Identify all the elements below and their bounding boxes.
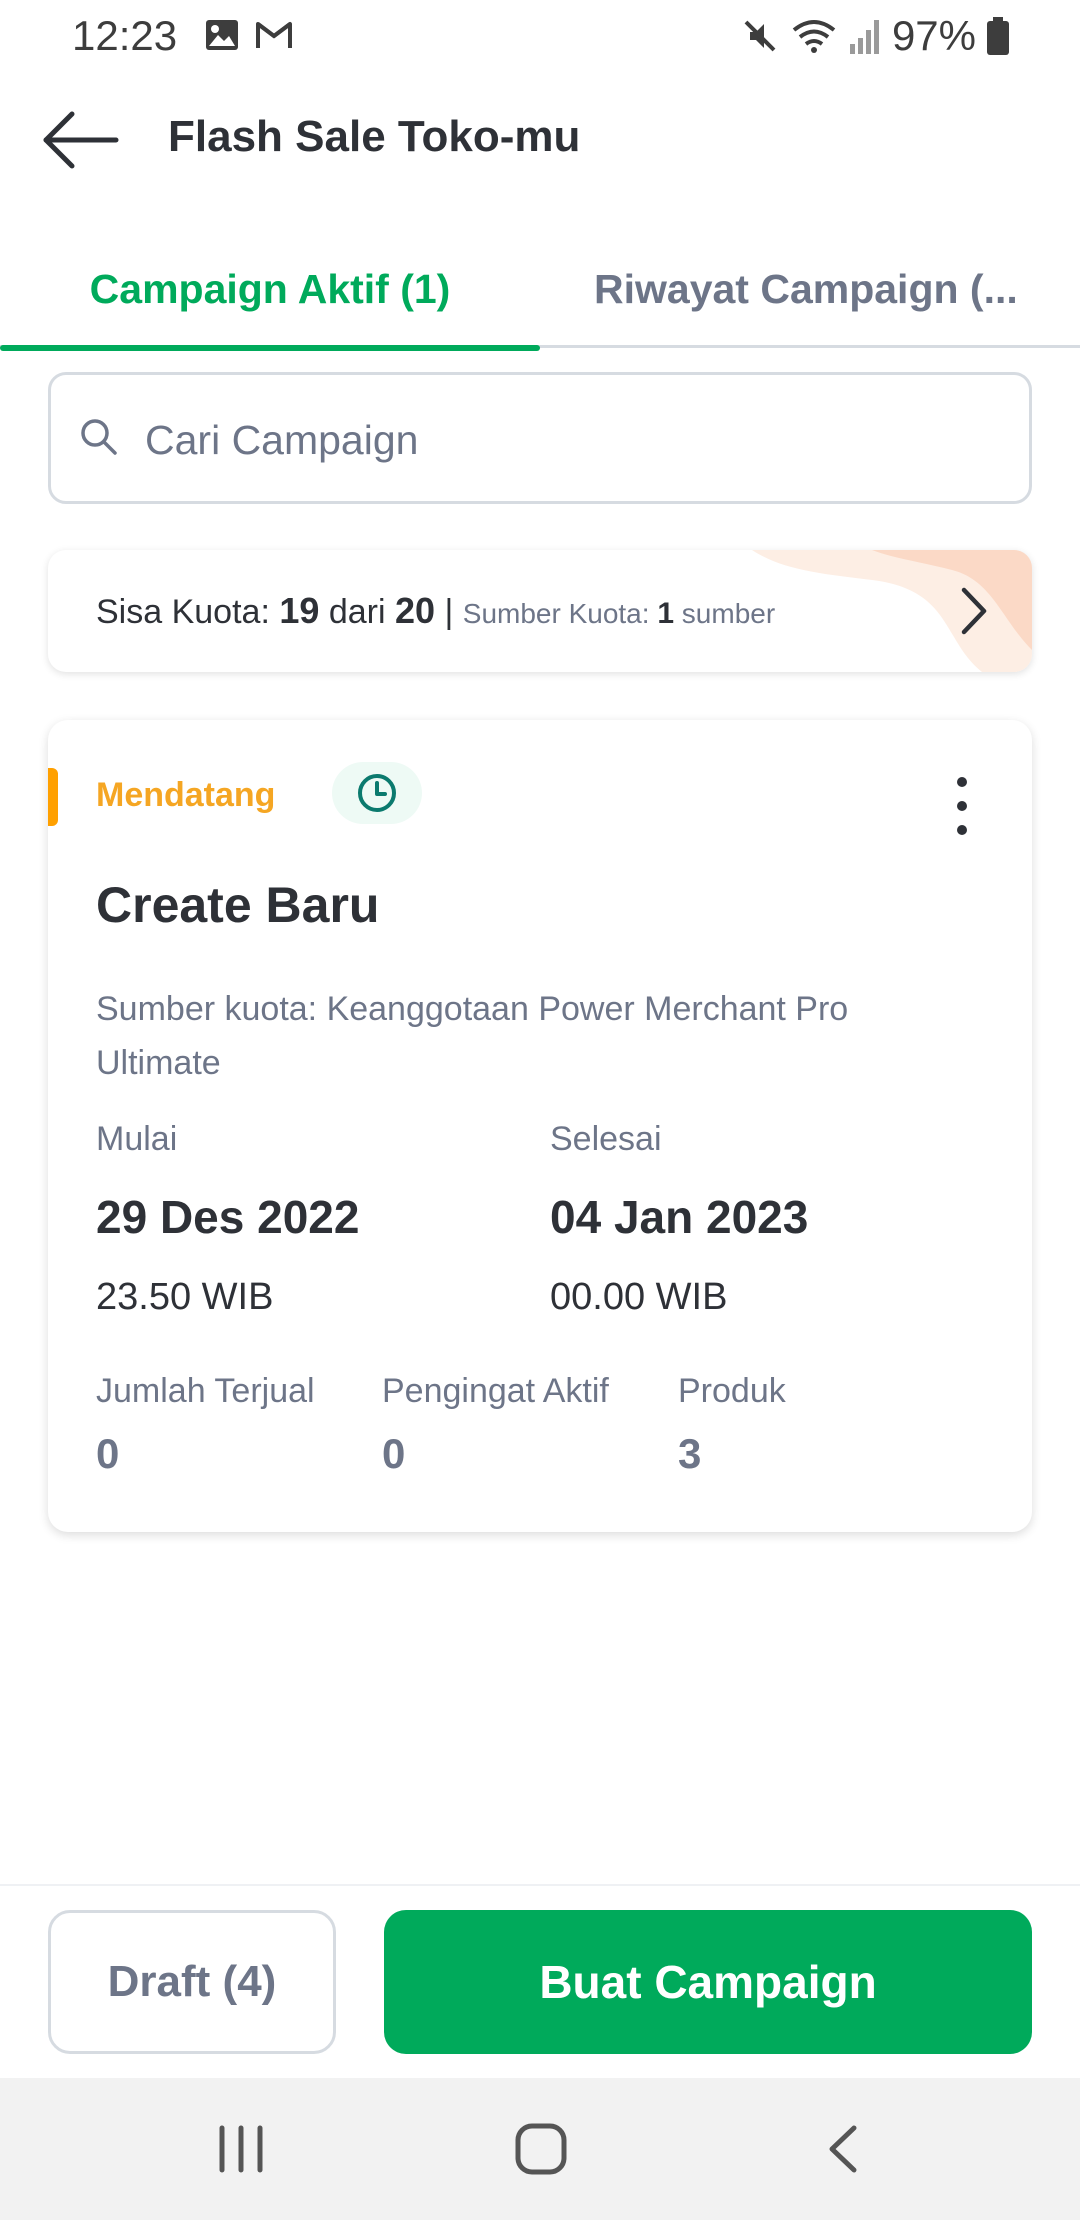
wifi-icon — [792, 20, 836, 53]
battery-icon — [987, 17, 1009, 55]
quota-remaining: 19 — [279, 590, 320, 631]
campaign-quota-source: Sumber kuota: Keanggotaan Power Merchant… — [96, 990, 849, 1082]
back-icon[interactable] — [822, 2122, 866, 2176]
status-time: 12:23 — [72, 12, 178, 59]
end-time: 00.00 WIB — [550, 1276, 728, 1318]
chevron-right-icon — [961, 587, 987, 635]
more-vertical-icon — [957, 777, 967, 835]
recents-icon[interactable] — [216, 2122, 266, 2176]
quota-source-unit: sumber — [674, 598, 776, 629]
system-icons: 97% — [740, 12, 1010, 60]
start-date: 29 Des 2022 — [96, 1191, 360, 1243]
notification-icons — [204, 18, 294, 52]
quota-label: Sisa Kuota: — [96, 593, 280, 631]
stat-value-products: 3 — [678, 1430, 702, 1477]
search-box — [48, 372, 1032, 504]
quota-source-label: Sumber Kuota: — [462, 598, 658, 629]
quota-separator: | — [435, 593, 463, 631]
end-date: 04 Jan 2023 — [550, 1191, 809, 1243]
page-title: Flash Sale Toko-mu — [168, 112, 581, 161]
more-options-button[interactable] — [952, 774, 972, 838]
end-label: Selesai — [550, 1120, 662, 1158]
campaign-card[interactable]: Mendatang Create Baru Sumber kuota: Kean… — [48, 720, 1032, 1532]
battery-percent: 97% — [891, 12, 976, 59]
draft-button[interactable]: Draft (4) — [48, 1910, 336, 2054]
start-time: 23.50 WIB — [96, 1276, 274, 1318]
gmail-icon — [256, 22, 292, 48]
status-strip — [48, 768, 58, 826]
status-badge: Mendatang — [96, 776, 276, 814]
bottom-action-bar: Draft (4) Buat Campaign — [0, 1884, 1080, 2078]
status-bar: 12:23 97% — [0, 0, 1080, 72]
stat-value-sold: 0 — [96, 1430, 120, 1477]
app-header: Flash Sale Toko-mu — [0, 90, 1080, 190]
tab-campaign-aktif[interactable]: Campaign Aktif (1) — [0, 230, 540, 351]
quota-summary: Sisa Kuota: 19 dari 20 | Sumber Kuota: 1… — [96, 590, 775, 632]
stat-value-reminder: 0 — [382, 1430, 406, 1477]
start-label: Mulai — [96, 1120, 178, 1158]
schedule-badge — [332, 762, 422, 824]
signal-icon — [849, 20, 879, 54]
quota-source: Sumber Kuota: 1 sumber — [462, 597, 776, 630]
quota-of: dari — [319, 593, 395, 631]
stat-label-sold: Jumlah Terjual — [96, 1372, 315, 1410]
arrow-left-icon — [43, 111, 119, 169]
tab-riwayat-campaign[interactable]: Riwayat Campaign (... — [540, 230, 1080, 348]
system-nav-bar — [0, 2078, 1080, 2220]
stat-label-reminder: Pengingat Aktif — [382, 1372, 609, 1410]
create-campaign-button[interactable]: Buat Campaign — [384, 1910, 1032, 2054]
campaign-title: Create Baru — [96, 877, 380, 933]
stat-label-products: Produk — [678, 1372, 786, 1410]
quota-source-count: 1 — [657, 597, 675, 630]
quota-total: 20 — [394, 590, 436, 631]
home-icon[interactable] — [514, 2122, 568, 2176]
image-icon — [206, 20, 238, 50]
quota-banner[interactable]: Sisa Kuota: 19 dari 20 | Sumber Kuota: 1… — [48, 550, 1032, 672]
back-button[interactable] — [40, 108, 120, 172]
search-input[interactable] — [145, 405, 1005, 475]
tab-bar: Campaign Aktif (1) Riwayat Campaign (... — [0, 230, 1080, 351]
search-icon — [81, 419, 117, 455]
mute-icon — [744, 20, 776, 52]
clock-icon — [358, 774, 396, 812]
